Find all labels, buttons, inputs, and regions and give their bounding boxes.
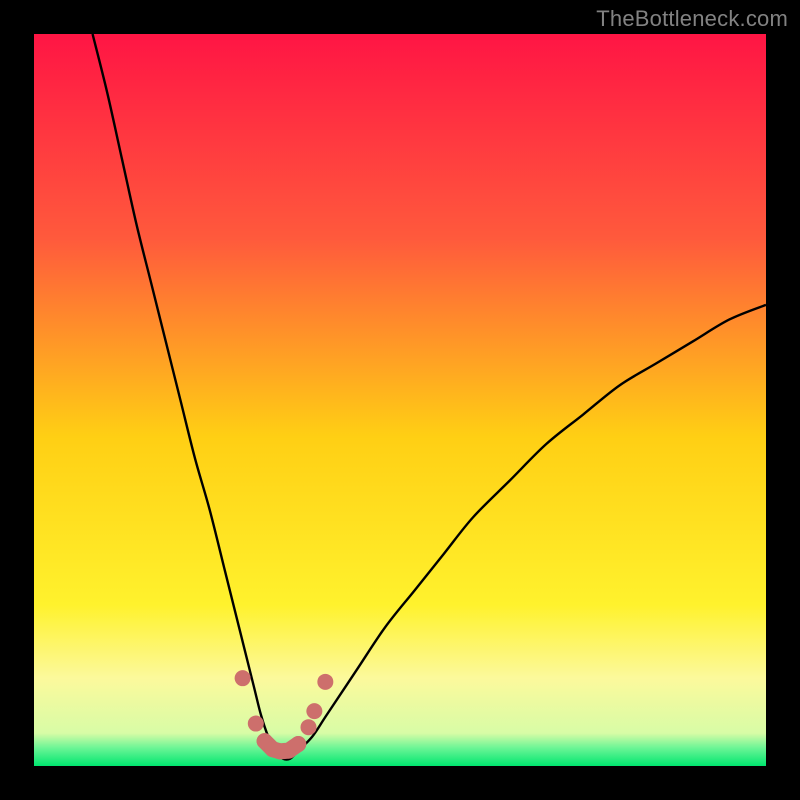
optimal-point	[235, 670, 251, 686]
optimal-point	[248, 716, 264, 732]
optimal-point	[317, 674, 333, 690]
plot-area	[34, 34, 766, 766]
bottleneck-chart	[34, 34, 766, 766]
optimal-point	[290, 736, 306, 752]
chart-frame: TheBottleneck.com	[0, 0, 800, 800]
optimal-point	[301, 719, 317, 735]
optimal-point	[306, 703, 322, 719]
gradient-background	[34, 34, 766, 766]
watermark-text: TheBottleneck.com	[596, 6, 788, 32]
